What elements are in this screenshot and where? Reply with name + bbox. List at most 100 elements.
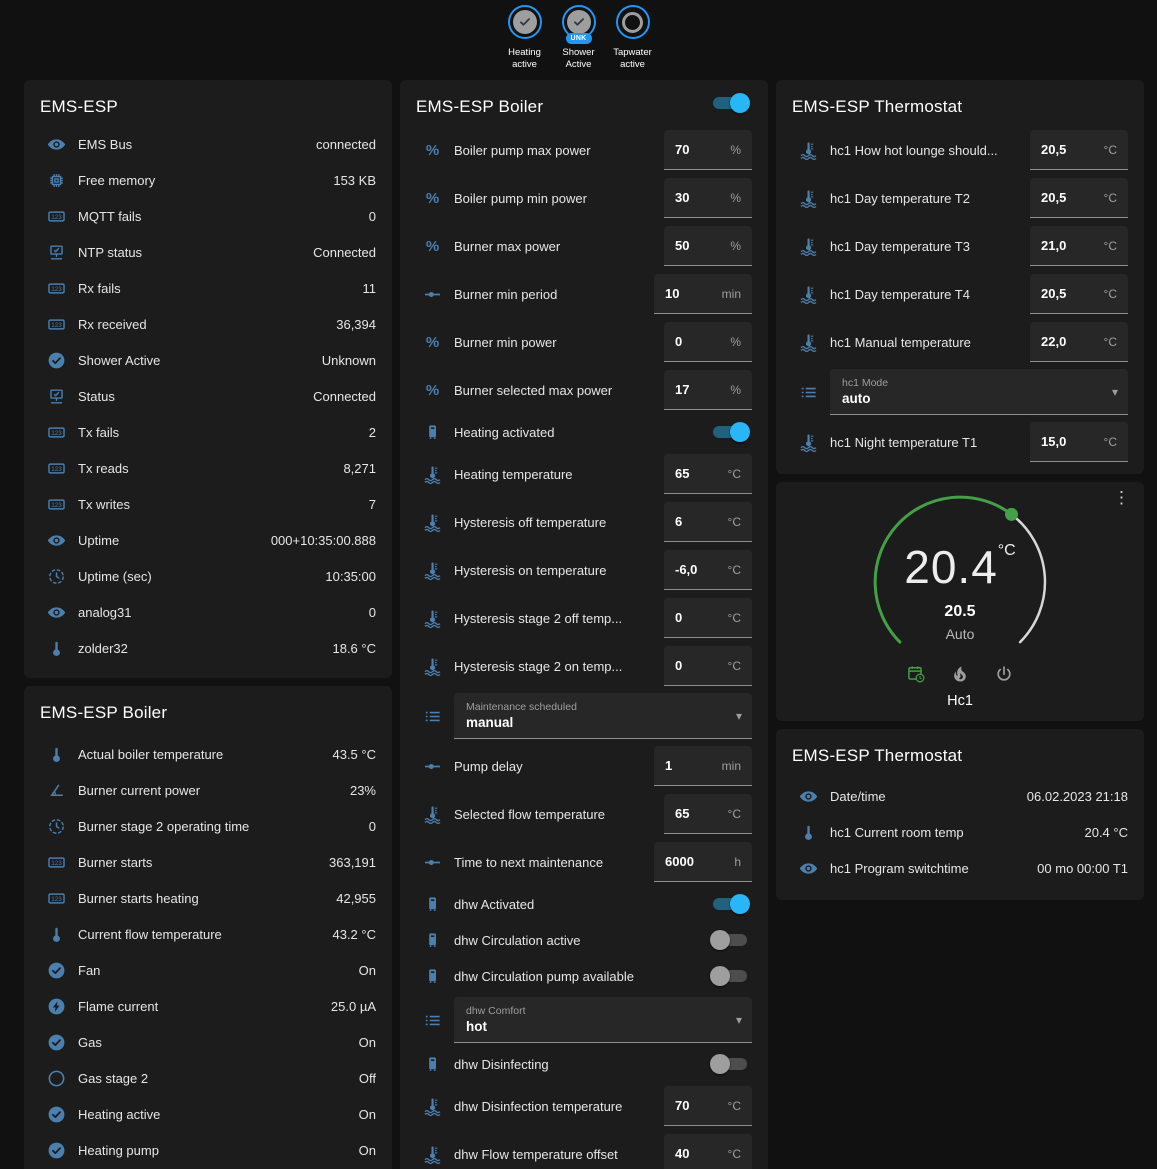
entity-row[interactable]: Tx writes7 bbox=[40, 486, 376, 522]
hvac-mode: Auto bbox=[776, 626, 1144, 642]
number-input[interactable]: 70% bbox=[664, 130, 752, 170]
entity-row[interactable]: NTP statusConnected bbox=[40, 234, 376, 270]
entity-row[interactable]: Heating activeOn bbox=[40, 1096, 376, 1132]
number-input[interactable]: 20,5°C bbox=[1030, 130, 1128, 170]
more-options-icon[interactable]: ⋮ bbox=[1113, 489, 1130, 506]
number-input[interactable]: 6°C bbox=[664, 502, 752, 542]
toggle-switch[interactable] bbox=[710, 930, 750, 950]
thermometer-water-icon bbox=[799, 433, 818, 452]
row-label: dhw Circulation active bbox=[454, 933, 710, 948]
number-input[interactable]: 65°C bbox=[664, 454, 752, 494]
entity-row[interactable]: Free memory153 KB bbox=[40, 162, 376, 198]
entity-row[interactable]: Tx reads8,271 bbox=[40, 450, 376, 486]
entity-row[interactable]: StatusConnected bbox=[40, 378, 376, 414]
chevron-down-icon: ▾ bbox=[736, 1013, 742, 1027]
number-input[interactable]: 0% bbox=[664, 322, 752, 362]
entity-row[interactable]: Burner starts heating42,955 bbox=[40, 880, 376, 916]
power-icon[interactable] bbox=[994, 664, 1014, 684]
entity-row[interactable]: GasOn bbox=[40, 1024, 376, 1060]
list-icon bbox=[799, 383, 818, 402]
entity-row[interactable]: Shower ActiveUnknown bbox=[40, 342, 376, 378]
unknown-tag: UNK bbox=[565, 33, 591, 44]
row-label: Uptime (sec) bbox=[78, 569, 325, 584]
badge-tapwater-active[interactable]: Tapwater active bbox=[610, 5, 656, 74]
row-label: Heating active bbox=[78, 1107, 359, 1122]
badge-shower-active[interactable]: UNK Shower Active bbox=[556, 5, 602, 74]
entity-row[interactable]: Heating pumpOn bbox=[40, 1132, 376, 1168]
counter-icon bbox=[47, 853, 66, 872]
badge-heating-active[interactable]: Heating active bbox=[502, 5, 548, 74]
number-input[interactable]: 20,5°C bbox=[1030, 274, 1128, 314]
hvac-mode-buttons bbox=[776, 664, 1144, 684]
heating-active-circle bbox=[508, 5, 542, 39]
entity-row[interactable]: FanOn bbox=[40, 952, 376, 988]
flash-circle-icon bbox=[47, 997, 66, 1016]
select-input[interactable]: hc1 Modeauto▾ bbox=[830, 369, 1128, 415]
entity-row[interactable]: Uptime (sec)10:35:00 bbox=[40, 558, 376, 594]
row-label: Flame current bbox=[78, 999, 331, 1014]
row-label: NTP status bbox=[78, 245, 313, 260]
number-input[interactable]: 20,5°C bbox=[1030, 178, 1128, 218]
row-value: Off bbox=[359, 1071, 376, 1086]
counter-icon bbox=[47, 207, 66, 226]
percent-icon: % bbox=[423, 189, 442, 208]
control-row: %Boiler pump min power30% bbox=[416, 174, 752, 222]
entity-row[interactable]: Flame current25.0 µA bbox=[40, 988, 376, 1024]
number-input[interactable]: 10min bbox=[654, 274, 752, 314]
number-input[interactable]: 15,0°C bbox=[1030, 422, 1128, 462]
number-input[interactable]: 65°C bbox=[664, 794, 752, 834]
row-value: On bbox=[359, 1035, 376, 1050]
number-input[interactable]: 0°C bbox=[664, 598, 752, 638]
thermometer-water-icon bbox=[799, 285, 818, 304]
entity-row[interactable]: Date/time06.02.2023 21:18 bbox=[792, 778, 1128, 814]
number-input[interactable]: 21,0°C bbox=[1030, 226, 1128, 266]
entity-row[interactable]: hc1 Program switchtime00 mo 00:00 T1 bbox=[792, 850, 1128, 886]
entity-row[interactable]: zolder3218.6 °C bbox=[40, 630, 376, 666]
number-input[interactable]: 0°C bbox=[664, 646, 752, 686]
slider-icon bbox=[423, 285, 442, 304]
card-title: EMS-ESP Thermostat bbox=[792, 80, 1128, 126]
toggle-switch[interactable] bbox=[710, 894, 750, 914]
control-row: Hysteresis on temperature-6,0°C bbox=[416, 546, 752, 594]
entity-row[interactable]: Gas stage 2Off bbox=[40, 1060, 376, 1096]
entity-row[interactable]: Rx fails11 bbox=[40, 270, 376, 306]
toggle-switch[interactable] bbox=[710, 1054, 750, 1074]
lan-check-icon bbox=[47, 243, 66, 262]
card-title: EMS-ESP Thermostat bbox=[792, 729, 1128, 778]
entity-row[interactable]: hc1 Current room temp20.4 °C bbox=[792, 814, 1128, 850]
number-input[interactable]: 40°C bbox=[664, 1134, 752, 1169]
number-input[interactable]: 1min bbox=[654, 746, 752, 786]
number-input[interactable]: 22,0°C bbox=[1030, 322, 1128, 362]
entity-row[interactable]: Burner stage 2 operating time0 bbox=[40, 808, 376, 844]
number-input[interactable]: 30% bbox=[664, 178, 752, 218]
entity-row[interactable]: analog310 bbox=[40, 594, 376, 630]
fire-icon[interactable] bbox=[950, 664, 970, 684]
entity-row[interactable]: EMS Busconnected bbox=[40, 126, 376, 162]
entity-row[interactable]: Tx fails2 bbox=[40, 414, 376, 450]
select-input[interactable]: Maintenance scheduledmanual▾ bbox=[454, 693, 752, 739]
row-label: dhw Disinfecting bbox=[454, 1057, 710, 1072]
number-input[interactable]: 70°C bbox=[664, 1086, 752, 1126]
row-label: Burner max power bbox=[454, 239, 664, 254]
number-input[interactable]: -6,0°C bbox=[664, 550, 752, 590]
percent-icon: % bbox=[423, 381, 442, 400]
entity-row[interactable]: MQTT fails0 bbox=[40, 198, 376, 234]
row-value: 23% bbox=[350, 783, 376, 798]
entity-row[interactable]: Burner current power23% bbox=[40, 772, 376, 808]
entity-row[interactable]: Rx received36,394 bbox=[40, 306, 376, 342]
number-input[interactable]: 6000h bbox=[654, 842, 752, 882]
card-power-toggle[interactable] bbox=[710, 93, 750, 113]
entity-row[interactable]: Current flow temperature43.2 °C bbox=[40, 916, 376, 952]
entity-row[interactable]: Uptime000+10:35:00.888 bbox=[40, 522, 376, 558]
percent-icon: % bbox=[423, 333, 442, 352]
number-input[interactable]: 17% bbox=[664, 370, 752, 410]
number-input[interactable]: 50% bbox=[664, 226, 752, 266]
select-input[interactable]: dhw Comforthot▾ bbox=[454, 997, 752, 1043]
entity-row[interactable]: Burner starts363,191 bbox=[40, 844, 376, 880]
toggle-switch[interactable] bbox=[710, 422, 750, 442]
row-label: Heating activated bbox=[454, 425, 710, 440]
percent-icon: % bbox=[423, 237, 442, 256]
toggle-switch[interactable] bbox=[710, 966, 750, 986]
calendar-clock-icon[interactable] bbox=[906, 664, 926, 684]
entity-row[interactable]: Actual boiler temperature43.5 °C bbox=[40, 736, 376, 772]
